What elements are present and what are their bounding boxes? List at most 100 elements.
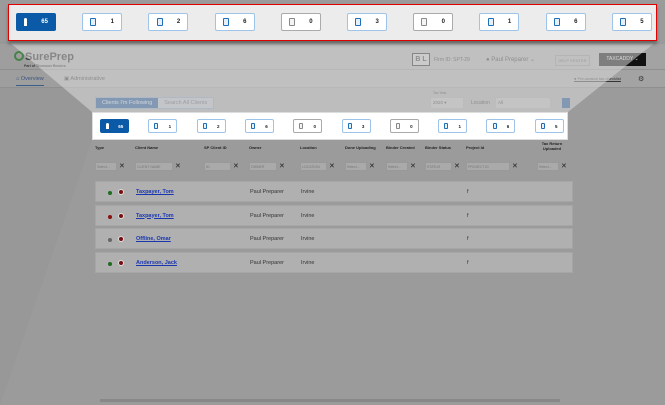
status-filter-button-big[interactable]: 1 [82,13,123,31]
clear-filter-icon[interactable]: ✕ [410,162,416,170]
status-filter-button-big[interactable]: 2 [148,13,189,31]
status-dot-icon [108,191,112,195]
client-name-link[interactable]: Anderson, Jack [136,260,177,266]
column-header[interactable]: Done Uploading [345,145,376,150]
column-filter-input[interactable]: STATUS [425,161,452,171]
check-logo-icon [14,51,24,61]
status-filter-button-big[interactable]: 6 [214,13,255,31]
clear-filter-icon[interactable]: ✕ [175,162,181,170]
status-filter-button-small[interactable]: 5 [534,119,564,133]
column-filter: OWNER ✕ [249,161,285,171]
column-filter-input[interactable]: Select... [537,161,559,171]
status-filter-button-small[interactable]: 3 [341,119,371,133]
column-header[interactable]: Client Name [135,145,158,150]
clear-filter-icon[interactable]: ✕ [233,162,239,170]
clear-filter-icon[interactable]: ✕ [119,162,125,170]
status-filter-button-small[interactable]: 6 [486,119,516,133]
gear-icon[interactable]: ⚙ [638,75,644,83]
document-info-icon [619,18,626,26]
person-icon [24,18,28,26]
document-arrow-icon [355,18,362,26]
status-count: 3 [375,19,379,25]
tab-administrative[interactable]: ▣ Administrative [64,76,105,82]
column-header[interactable]: Project Id [466,145,484,150]
column-header[interactable]: Binder Status [425,145,451,150]
column-header[interactable]: SP Client ID [204,145,227,150]
clear-filter-icon[interactable]: ✕ [279,162,285,170]
remove-client-icon[interactable] [118,212,124,219]
column-filter-input[interactable]: CLIENT NAME [135,161,173,171]
status-filter-button-big[interactable]: 0 [280,13,321,31]
status-filter-button-big[interactable]: 5 [611,13,652,31]
clear-filter-icon[interactable]: ✕ [512,162,518,170]
status-filter-button-small[interactable]: 2 [196,119,226,133]
column-filter: Select... ✕ [386,161,416,171]
binder-icon [444,123,449,129]
column-filter-input[interactable]: ID [204,161,231,171]
user-menu[interactable]: ● Paul Preparer ⌄ [486,56,535,63]
clipboard-icon [156,18,163,26]
remove-client-icon[interactable] [118,259,124,266]
clear-filter-icon[interactable]: ✕ [329,162,335,170]
column-filter-input[interactable]: LOCATION [300,161,327,171]
document-check-icon [395,123,400,129]
document-icon [222,18,229,26]
tax-year-value: 2020 [433,100,444,105]
checklist-link[interactable]: ● Pre-season tax checklist [574,76,621,81]
status-count: 3 [361,123,365,129]
status-count: 6 [506,123,510,129]
firm-id: Firm ID: SPT-29 [434,57,470,63]
clear-filter-icon[interactable]: ✕ [561,162,567,170]
status-count: 0 [313,123,317,129]
column-filter: STATUS ✕ [425,161,460,171]
status-filter-button-small[interactable]: 1 [438,119,468,133]
owner-cell: Paul Preparer [250,212,284,219]
document-icon [251,123,255,129]
client-name-link[interactable]: Taxpayer, Tom [136,189,174,195]
tab-clients-following[interactable]: Clients I'm Following [96,98,159,108]
column-header[interactable]: Binder Created [386,145,415,150]
column-filter-input[interactable]: PROJECT ID [466,161,510,171]
status-filter-button-small[interactable]: 6 [244,119,274,133]
clear-filter-icon[interactable]: ✕ [454,162,460,170]
status-filter-button-big[interactable]: 0 [413,13,454,31]
column-filter: Select... ✕ [95,161,125,171]
column-filter-input[interactable]: OWNER [249,161,277,171]
taxcaddy-button[interactable]: TAXCADDY ⌄ [599,53,646,66]
status-filter-button-big[interactable]: 1 [479,13,520,31]
tab-search-all-clients[interactable]: Search All Clients [158,98,214,108]
status-filter-button-small[interactable]: 0 [293,119,323,133]
project-id-cell: f [467,259,469,266]
status-count: 0 [441,19,446,25]
status-filter-button-small[interactable]: 65 [100,119,129,133]
column-filter-input[interactable]: Select... [95,161,117,171]
remove-client-icon[interactable] [118,236,124,242]
status-filter-button-small[interactable]: 0 [389,119,419,133]
clear-filter-icon[interactable]: ✕ [369,162,375,170]
document-info-icon [540,123,545,129]
help-center-button[interactable]: HELP CENTER [555,55,590,66]
client-name-link[interactable]: Taxpayer, Tom [136,213,174,219]
column-filter: LOCATION ✕ [300,161,335,171]
status-filter-button-big[interactable]: 6 [545,13,586,31]
column-filter-input[interactable]: Select... [386,161,408,171]
status-count: 1 [507,19,512,25]
remove-client-icon[interactable] [118,189,124,195]
status-filter-button-small[interactable]: 1 [148,119,178,133]
column-header[interactable]: Owner [249,145,261,150]
tax-year-select[interactable]: 2020 ▾ [430,97,464,109]
column-filter-input[interactable]: Select... [345,161,367,171]
column-header[interactable]: Location [300,145,317,150]
tab-overview[interactable]: ⌂ Overview [16,76,44,86]
firm-badge: B L [412,53,430,66]
excel-export-icon[interactable] [562,98,570,108]
client-name-link[interactable]: Offline, Omar [136,236,171,242]
column-header[interactable]: Tax Return Uploaded [537,141,567,151]
column-filter: PROJECT ID ✕ [466,161,518,171]
location-input[interactable]: All [495,97,551,109]
column-header[interactable]: Type [95,145,104,150]
horizontal-scrollbar[interactable] [100,399,560,402]
status-filter-button-big[interactable]: 65 [16,13,56,31]
column-filter: Select... ✕ [537,161,567,171]
status-filter-button-big[interactable]: 3 [347,13,387,31]
